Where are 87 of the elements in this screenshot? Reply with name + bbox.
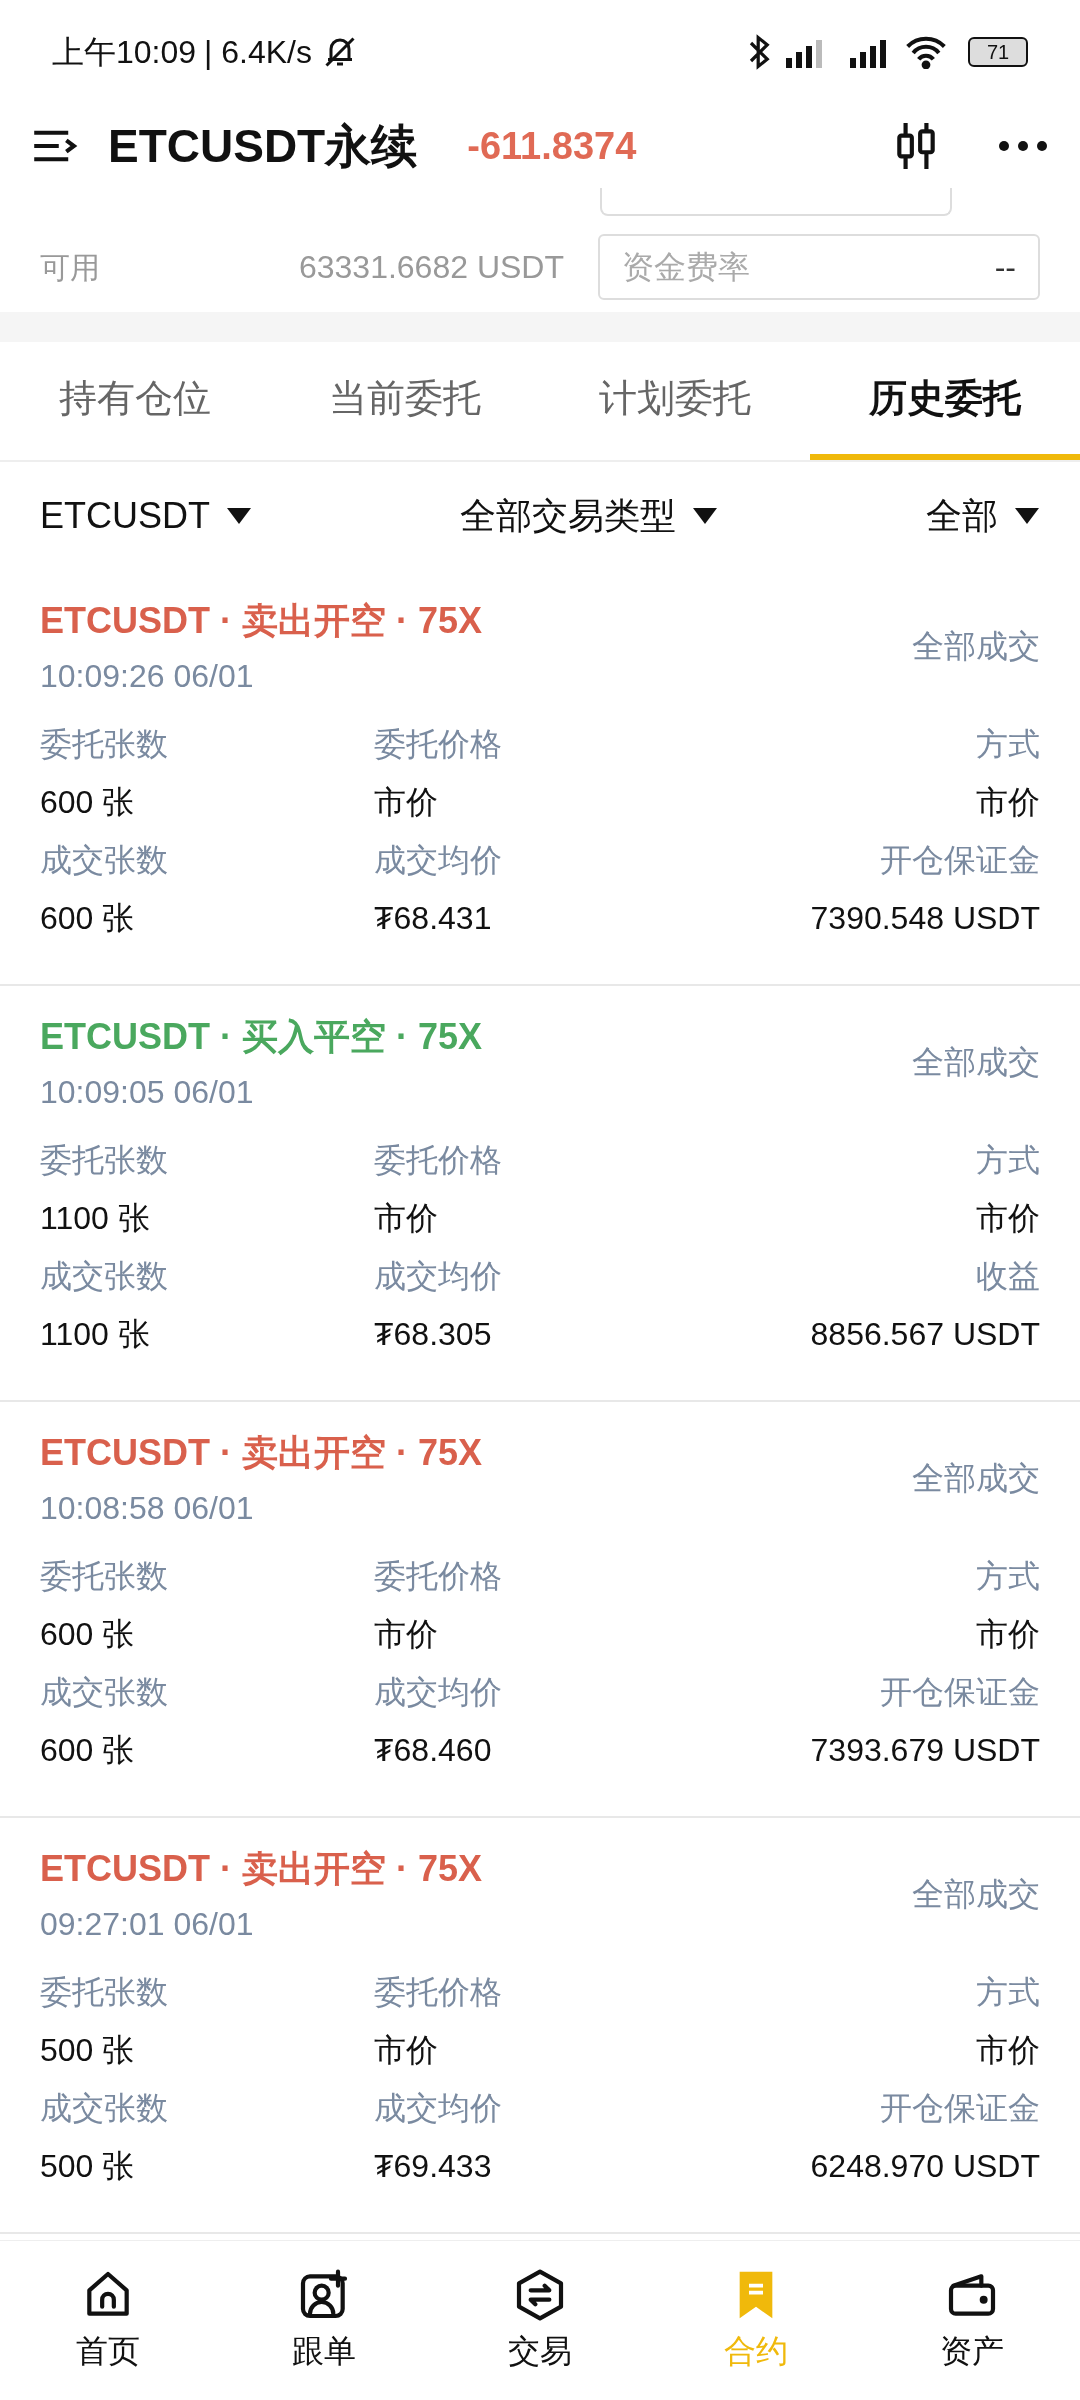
field-value: 8856.567 USDT: [810, 1315, 1040, 1354]
field-label: 成交均价: [374, 841, 503, 880]
tab[interactable]: 历史委托: [810, 342, 1080, 460]
field-value: ₮69.433: [374, 2147, 493, 2186]
order-status: 全部成交: [912, 1043, 1040, 1082]
page-title: ETCUSDT永续: [108, 118, 418, 174]
order-title: ETCUSDT · 卖出开空 · 75X: [40, 599, 483, 643]
field-label: 收益: [976, 1257, 1040, 1296]
order-title: ETCUSDT · 卖出开空 · 75X: [40, 1431, 483, 1475]
nav-tab[interactable]: 跟单: [216, 2241, 432, 2400]
battery-indicator: 71: [968, 37, 1028, 67]
field-label: 成交均价: [374, 2089, 503, 2128]
field-value: 600 张: [40, 783, 136, 822]
nav-tab[interactable]: 交易: [432, 2241, 648, 2400]
field-value: 1100 张: [40, 1199, 151, 1238]
field-value: 市价: [976, 1199, 1040, 1238]
field-label: 委托张数: [40, 1557, 169, 1596]
field-label: 委托张数: [40, 1141, 169, 1180]
field-value: ₮68.305: [374, 1315, 493, 1354]
funding-rate-field[interactable]: 资金费率 --: [598, 234, 1040, 300]
order-status: 全部成交: [912, 1875, 1040, 1914]
field-value: 市价: [976, 1615, 1040, 1654]
order-status: 全部成交: [912, 1459, 1040, 1498]
available-label: 可用: [40, 249, 100, 286]
field-label: 开仓保证金: [880, 2089, 1040, 2128]
field-value: ₮68.431: [374, 899, 493, 938]
field-label: 成交张数: [40, 1673, 169, 1712]
nav-tab[interactable]: 首页: [0, 2241, 216, 2400]
field-label: 成交张数: [40, 841, 169, 880]
field-value: 600 张: [40, 1731, 136, 1770]
field-label: 成交均价: [374, 1673, 503, 1712]
caret-icon: [1014, 507, 1040, 525]
network-speed: | 6.4K/s: [204, 33, 312, 72]
order-time: 10:09:05 06/01: [40, 1073, 255, 1112]
status-time: 上午10:09: [52, 33, 197, 72]
field-value: 市价: [976, 2031, 1040, 2070]
field-value: 7390.548 USDT: [810, 899, 1040, 938]
field-value: 1100 张: [40, 1315, 151, 1354]
field-value: ₮68.460: [374, 1731, 493, 1770]
tab[interactable]: 持有仓位: [0, 342, 270, 460]
tab[interactable]: 计划委托: [540, 342, 810, 460]
field-value: 7393.679 USDT: [810, 1731, 1040, 1770]
order-time: 10:09:26 06/01: [40, 657, 255, 696]
filter-dropdown[interactable]: 全部交易类型: [460, 489, 718, 543]
field-label: 委托价格: [374, 1141, 503, 1180]
field-value: 市价: [374, 1615, 439, 1654]
field-label: 委托张数: [40, 725, 169, 764]
caret-icon: [226, 507, 252, 525]
field-label: 成交张数: [40, 2089, 169, 2128]
field-value: 市价: [976, 783, 1040, 822]
field-label: 方式: [976, 1973, 1040, 2012]
bluetooth-icon: [748, 34, 772, 70]
field-label: 开仓保证金: [880, 1673, 1040, 1712]
field-label: 方式: [976, 1557, 1040, 1596]
order-status: 全部成交: [912, 627, 1040, 666]
more-icon[interactable]: [998, 139, 1048, 153]
field-value: 500 张: [40, 2147, 136, 2186]
field-label: 成交均价: [374, 1257, 503, 1296]
nav-tab[interactable]: 资产: [864, 2241, 1080, 2400]
wifi-icon: [904, 35, 948, 69]
field-label: 方式: [976, 725, 1040, 764]
pnl-value: -611.8374: [467, 123, 637, 169]
field-label: 委托价格: [374, 725, 503, 764]
candlestick-icon[interactable]: [894, 121, 938, 171]
field-label: 方式: [976, 1141, 1040, 1180]
caret-icon: [692, 507, 718, 525]
field-value: 500 张: [40, 2031, 136, 2070]
field-value: 市价: [374, 783, 439, 822]
available-value: 63331.6682 USDT: [298, 248, 564, 287]
order-time: 10:08:58 06/01: [40, 1489, 255, 1528]
filter-dropdown[interactable]: ETCUSDT: [40, 489, 252, 543]
field-value: 市价: [374, 2031, 439, 2070]
field-label: 委托张数: [40, 1973, 169, 2012]
field-label: 委托价格: [374, 1557, 503, 1596]
order-title: ETCUSDT · 卖出开空 · 75X: [40, 1847, 483, 1891]
field-value: 600 张: [40, 1615, 136, 1654]
menu-icon[interactable]: [32, 129, 78, 163]
field-label: 委托价格: [374, 1973, 503, 2012]
field-value: 600 张: [40, 899, 136, 938]
field-value: 6248.970 USDT: [810, 2147, 1040, 2186]
filter-dropdown[interactable]: 全部: [926, 489, 1040, 543]
field-label: 成交张数: [40, 1257, 169, 1296]
order-title: ETCUSDT · 买入平空 · 75X: [40, 1015, 483, 1059]
order-time: 09:27:01 06/01: [40, 1905, 255, 1944]
field-value: 市价: [374, 1199, 439, 1238]
tab[interactable]: 当前委托: [270, 342, 540, 460]
field-label: 开仓保证金: [880, 841, 1040, 880]
